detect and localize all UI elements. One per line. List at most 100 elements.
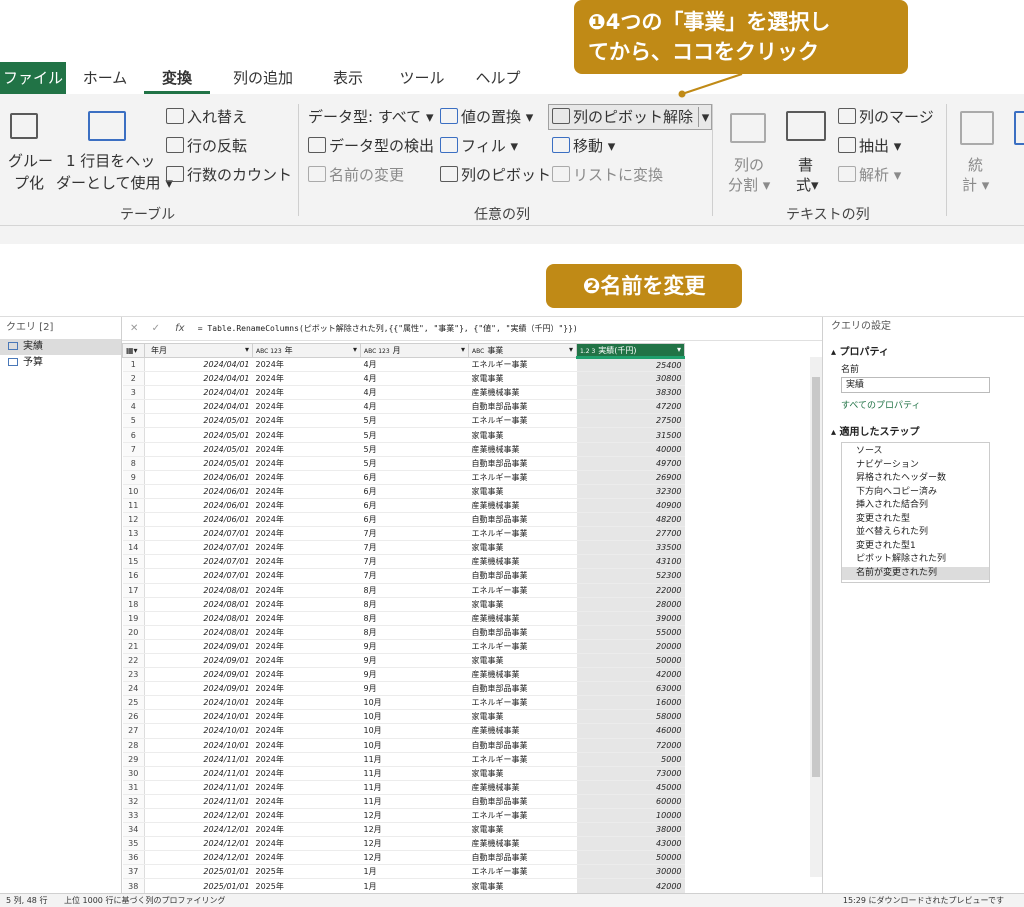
applied-step[interactable]: 変更された型 — [842, 513, 989, 527]
table-cell[interactable]: 48200 — [576, 512, 685, 528]
table-cell[interactable]: 2024年 — [252, 723, 361, 739]
table-cell[interactable]: 2024年 — [252, 442, 361, 457]
type-icon[interactable]: ABC 123 — [364, 348, 390, 355]
table-cell[interactable]: 産業機械事業 — [468, 442, 577, 457]
table-cell[interactable]: 1月 — [360, 878, 469, 894]
table-cell[interactable]: 2024年 — [252, 653, 361, 669]
table-cell[interactable]: 自動車部品事業 — [468, 625, 577, 640]
query-name-input[interactable]: 実績 — [841, 377, 990, 393]
table-cell[interactable]: 2024年 — [252, 836, 361, 852]
table-cell[interactable]: 2024年 — [252, 695, 361, 711]
table-cell[interactable]: 42000 — [576, 878, 685, 894]
table-cell[interactable]: 家電事業 — [468, 709, 577, 725]
table-cell[interactable]: 2024/08/01 — [144, 611, 253, 626]
table-cell[interactable]: 2024/10/01 — [144, 695, 253, 711]
table-cell[interactable]: 33500 — [576, 540, 685, 556]
status-profiling[interactable]: 上位 1000 行に基づく列のプロファイリング — [64, 896, 225, 905]
table-cell[interactable]: 家電事業 — [468, 540, 577, 556]
table-cell[interactable]: エネルギー事業 — [468, 639, 577, 654]
table-cell[interactable]: 10月 — [360, 695, 469, 711]
table-cell[interactable]: 自動車部品事業 — [468, 512, 577, 528]
table-cell[interactable]: 2024/08/01 — [144, 625, 253, 640]
column-header-0[interactable]: 年月 ▾ — [144, 343, 253, 358]
table-cell[interactable]: エネルギー事業 — [468, 413, 577, 429]
table-cell[interactable]: 40900 — [576, 498, 685, 514]
table-cell[interactable]: 9月 — [360, 639, 469, 654]
table-cell[interactable]: 2024/09/01 — [144, 639, 253, 654]
table-cell[interactable]: 55000 — [576, 625, 685, 640]
table-cell[interactable]: 2024年 — [252, 385, 361, 401]
filter-dropdown-icon[interactable]: ▾ — [677, 345, 681, 354]
table-cell[interactable]: 46000 — [576, 723, 685, 739]
table-cell[interactable]: 家電事業 — [468, 371, 577, 387]
table-cell[interactable]: 2024年 — [252, 526, 361, 542]
properties-header[interactable]: ▴ プロパティ — [823, 343, 1024, 358]
table-cell[interactable]: 2025/01/01 — [144, 878, 253, 894]
convert-to-list-button[interactable]: リストに変換 — [552, 165, 663, 185]
column-header-4[interactable]: 1.2 3 実績(千円) ▾ — [576, 343, 685, 359]
applied-step[interactable]: 名前が変更された列 — [842, 566, 989, 580]
table-cell[interactable]: 26900 — [576, 470, 685, 485]
applied-step[interactable]: 昇格されたヘッダー数 — [842, 472, 989, 486]
table-cell[interactable]: 2024/12/01 — [144, 822, 253, 838]
table-cell[interactable]: 7月 — [360, 526, 469, 542]
table-cell[interactable]: 産業機械事業 — [468, 498, 577, 514]
table-cell[interactable]: 2024/04/01 — [144, 385, 253, 401]
group-by-button[interactable]: グルー — [8, 151, 53, 171]
table-cell[interactable]: エネルギー事業 — [468, 695, 577, 711]
formula-bar[interactable]: ✕ ✓ fx = Table.RenameColumns(ピボット解除された列,… — [122, 317, 822, 341]
table-cell[interactable]: 25400 — [576, 357, 685, 373]
table-cell[interactable]: 家電事業 — [468, 766, 577, 781]
table-cell[interactable]: 42000 — [576, 667, 685, 683]
reverse-rows-button[interactable]: 行の反転 — [166, 136, 247, 156]
statistics-button[interactable]: 統 — [968, 155, 983, 175]
table-cell[interactable]: 2024年 — [252, 357, 361, 373]
table-cell[interactable]: 2024/05/01 — [144, 456, 253, 471]
table-cell[interactable]: 2024年 — [252, 554, 361, 570]
tab-transform[interactable]: 変換 — [144, 62, 210, 94]
table-cell[interactable]: 2024/07/01 — [144, 540, 253, 556]
type-icon[interactable]: ABC 123 — [256, 348, 282, 355]
column-header-1[interactable]: ABC 123 年 ▾ — [252, 343, 361, 358]
tab-file[interactable]: ファイル — [0, 62, 66, 94]
filter-dropdown-icon[interactable]: ▾ — [569, 345, 573, 354]
table-cell[interactable]: 6月 — [360, 470, 469, 485]
applied-step[interactable]: 並べ替えられた列 — [842, 526, 989, 540]
table-cell[interactable]: 43100 — [576, 554, 685, 570]
table-cell[interactable]: 2024/09/01 — [144, 653, 253, 669]
table-cell[interactable]: 2024/11/01 — [144, 794, 253, 810]
applied-steps-header[interactable]: ▴ 適用したステップ — [823, 423, 1024, 438]
type-icon[interactable]: 1.2 3 — [580, 348, 595, 355]
table-cell[interactable]: 12月 — [360, 808, 469, 824]
table-cell[interactable]: 2024年 — [252, 667, 361, 683]
parse-button[interactable]: 解析 ▾ — [838, 165, 901, 185]
table-cell[interactable]: 産業機械事業 — [468, 554, 577, 570]
table-cell[interactable]: 2024年 — [252, 709, 361, 725]
table-cell[interactable]: 7月 — [360, 568, 469, 584]
table-cell[interactable]: 11月 — [360, 752, 469, 767]
scrollbar-thumb[interactable] — [812, 377, 820, 777]
format-button[interactable]: 書 — [798, 155, 813, 175]
table-cell[interactable]: 2024/07/01 — [144, 554, 253, 570]
table-cell[interactable]: 28000 — [576, 597, 685, 612]
filter-dropdown-icon[interactable]: ▾ — [245, 345, 249, 354]
table-cell[interactable]: 2024/12/01 — [144, 836, 253, 852]
table-cell[interactable]: 2024年 — [252, 568, 361, 584]
applied-step[interactable]: 挿入された結合列 — [842, 499, 989, 513]
table-cell[interactable]: 2024/11/01 — [144, 752, 253, 767]
table-cell[interactable]: 11月 — [360, 794, 469, 810]
select-all-corner[interactable]: ▦▾ — [122, 343, 145, 358]
applied-step[interactable]: ソース — [842, 445, 989, 459]
table-cell[interactable]: 9月 — [360, 653, 469, 669]
formula-text[interactable]: = Table.RenameColumns(ピボット解除された列,{{"属性",… — [198, 324, 578, 333]
replace-values-button[interactable]: 値の置換 ▾ — [440, 107, 533, 127]
table-cell[interactable]: 産業機械事業 — [468, 780, 577, 795]
table-cell[interactable]: 30000 — [576, 864, 685, 880]
table-cell[interactable]: 10月 — [360, 709, 469, 725]
unpivot-dropdown-arrow[interactable]: ▾ — [697, 107, 709, 127]
table-cell[interactable]: 2024年 — [252, 540, 361, 556]
table-cell[interactable]: 2024/07/01 — [144, 526, 253, 542]
table-cell[interactable]: 自動車部品事業 — [468, 399, 577, 415]
table-cell[interactable]: 2024/04/01 — [144, 357, 253, 373]
type-icon[interactable]: ABC — [472, 348, 484, 355]
